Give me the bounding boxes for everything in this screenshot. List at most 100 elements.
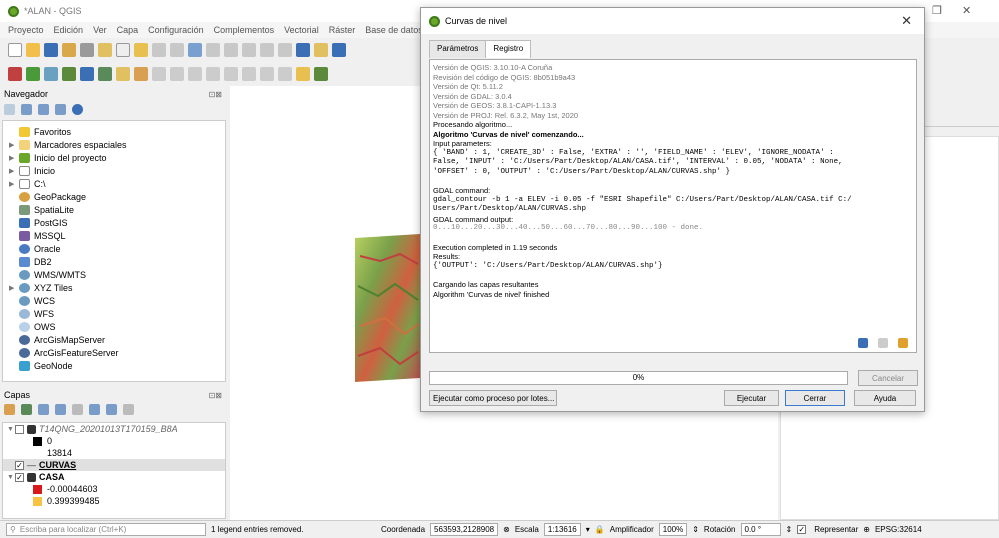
zoom-layer-icon[interactable] xyxy=(224,43,238,57)
nav-item-db2[interactable]: DB2 xyxy=(3,255,225,268)
save-as-icon[interactable] xyxy=(62,43,76,57)
add-spatialite-icon[interactable] xyxy=(98,67,112,81)
crs-globe-icon[interactable]: ⊕ xyxy=(863,525,870,534)
menu-complementos[interactable]: Complementos xyxy=(214,25,275,35)
refresh-browser-icon[interactable] xyxy=(21,104,32,115)
open-project-icon[interactable] xyxy=(26,43,40,57)
menu-vectorial[interactable]: Vectorial xyxy=(284,25,319,35)
add-vector-icon[interactable] xyxy=(26,67,40,81)
nav-item-xyz[interactable]: ▶ XYZ Tiles xyxy=(3,281,225,294)
delete-selected-icon[interactable] xyxy=(206,67,220,81)
filter-expression-icon[interactable] xyxy=(72,404,83,415)
style-manager-icon[interactable] xyxy=(98,43,112,57)
menu-edicion[interactable]: Edición xyxy=(54,25,84,35)
add-selected-icon[interactable] xyxy=(4,104,15,115)
layer-row-casa[interactable]: ▼ ✓ CASA xyxy=(3,471,225,483)
run-button[interactable]: Ejecutar xyxy=(724,390,779,406)
label-icon[interactable] xyxy=(296,67,310,81)
move-feature-icon[interactable] xyxy=(170,67,184,81)
close-dialog-icon[interactable]: ✕ xyxy=(901,13,912,29)
crs-label[interactable]: EPSG:32614 xyxy=(875,525,922,534)
menu-base-de-datos[interactable]: Base de datos xyxy=(365,25,423,35)
tab-parametros[interactable]: Parámetros xyxy=(429,40,487,58)
coordinate-field[interactable]: 563593,2128908 xyxy=(430,523,499,536)
tab-registro[interactable]: Registro xyxy=(485,40,532,58)
add-feature-icon[interactable] xyxy=(152,67,166,81)
layer-visibility-checkbox[interactable]: ✓ xyxy=(15,472,24,482)
new-project-icon[interactable] xyxy=(8,43,22,57)
nav-item-favoritos[interactable]: Favoritos xyxy=(3,125,225,138)
locator-search-input[interactable]: ⚲ Escriba para localizar (Ctrl+K) xyxy=(6,523,206,536)
manage-visibility-icon[interactable] xyxy=(38,404,49,415)
panel-controls-icon[interactable]: ⊡⊠ xyxy=(209,391,222,400)
menu-ver[interactable]: Ver xyxy=(93,25,107,35)
help-button[interactable]: Ayuda xyxy=(854,390,916,406)
add-postgis-icon[interactable] xyxy=(80,67,94,81)
zoom-out-icon[interactable] xyxy=(170,43,184,57)
rotation-field[interactable]: 0.0 ° xyxy=(740,523,781,536)
expand-all-icon[interactable] xyxy=(89,404,100,415)
render-checkbox[interactable]: ✓ xyxy=(797,525,807,534)
layer-visibility-checkbox[interactable]: ✓ xyxy=(15,460,24,470)
zoom-full-icon[interactable] xyxy=(188,43,202,57)
print-layout-icon[interactable] xyxy=(80,43,94,57)
batch-button[interactable]: Ejecutar como proceso por lotes... xyxy=(429,390,557,406)
paste-features-icon[interactable] xyxy=(260,67,274,81)
style-panel-icon[interactable] xyxy=(4,404,15,415)
nav-item-geopackage[interactable]: GeoPackage xyxy=(3,190,225,203)
filter-icon[interactable] xyxy=(38,104,49,115)
nav-item-spatialite[interactable]: SpatiaLite xyxy=(3,203,225,216)
add-group-icon[interactable] xyxy=(21,404,32,415)
cut-features-icon[interactable] xyxy=(224,67,238,81)
nav-item-wms[interactable]: WMS/WMTS xyxy=(3,268,225,281)
filter-legend-icon[interactable] xyxy=(55,404,66,415)
menu-proyecto[interactable]: Proyecto xyxy=(8,25,44,35)
refresh-icon[interactable] xyxy=(332,43,346,57)
magnifier-field[interactable]: 100% xyxy=(658,523,688,536)
close-button[interactable]: Cerrar xyxy=(785,390,845,406)
nav-item-c-drive[interactable]: ▶ C:\ xyxy=(3,177,225,190)
scale-field[interactable]: 1:13616 xyxy=(543,523,581,536)
data-source-manager-icon[interactable] xyxy=(8,67,22,81)
zoom-in-icon[interactable] xyxy=(152,43,166,57)
vertex-tool-icon[interactable] xyxy=(188,67,202,81)
magnifier-stepper-icon[interactable]: ⇕ xyxy=(692,525,699,534)
nav-item-wcs[interactable]: WCS xyxy=(3,294,225,307)
scale-dropdown-icon[interactable]: ▾ xyxy=(586,525,590,534)
copy-features-icon[interactable] xyxy=(242,67,256,81)
toggle-extents-icon[interactable]: ⊗ xyxy=(503,525,510,534)
layer-row-raster[interactable]: ▼ T14QNG_20201013T170159_B8A xyxy=(3,423,225,435)
layer-visibility-checkbox[interactable] xyxy=(15,424,24,434)
new-map-view-icon[interactable] xyxy=(296,43,310,57)
edit-pencil-icon[interactable] xyxy=(116,67,130,81)
bookmark-icon[interactable] xyxy=(314,43,328,57)
zoom-native-icon[interactable] xyxy=(242,43,256,57)
collapse-all-icon[interactable] xyxy=(55,104,66,115)
clear-log-icon[interactable] xyxy=(898,338,908,348)
collapse-all-icon[interactable] xyxy=(106,404,117,415)
label-tool-icon[interactable] xyxy=(314,67,328,81)
nav-item-wfs[interactable]: WFS xyxy=(3,307,225,320)
rotation-stepper-icon[interactable]: ⇕ xyxy=(786,525,793,534)
nav-item-geonode[interactable]: GeoNode xyxy=(3,359,225,372)
copy-log-icon[interactable] xyxy=(878,338,888,348)
menu-raster[interactable]: Ráster xyxy=(329,25,356,35)
add-raster-icon[interactable] xyxy=(44,67,58,81)
panel-controls-icon[interactable]: ⊡⊠ xyxy=(209,90,222,99)
nav-item-mssql[interactable]: MSSQL xyxy=(3,229,225,242)
nav-item-postgis[interactable]: PostGIS xyxy=(3,216,225,229)
restore-icon[interactable]: ❐ xyxy=(932,4,942,17)
nav-item-arcgis-map[interactable]: ArcGisMapServer xyxy=(3,333,225,346)
nav-item-oracle[interactable]: Oracle xyxy=(3,242,225,255)
menu-configuracion[interactable]: Configuración xyxy=(148,25,204,35)
save-project-icon[interactable] xyxy=(44,43,58,57)
nav-item-arcgis-feature[interactable]: ArcGisFeatureServer xyxy=(3,346,225,359)
add-wms-icon[interactable] xyxy=(62,67,76,81)
remove-layer-icon[interactable] xyxy=(123,404,134,415)
pan-to-selection-icon[interactable] xyxy=(134,43,148,57)
zoom-selection-icon[interactable] xyxy=(206,43,220,57)
undo-icon[interactable] xyxy=(278,67,292,81)
pan-icon[interactable] xyxy=(116,43,130,57)
cancel-button[interactable]: Cancelar xyxy=(858,370,918,386)
zoom-last-icon[interactable] xyxy=(260,43,274,57)
